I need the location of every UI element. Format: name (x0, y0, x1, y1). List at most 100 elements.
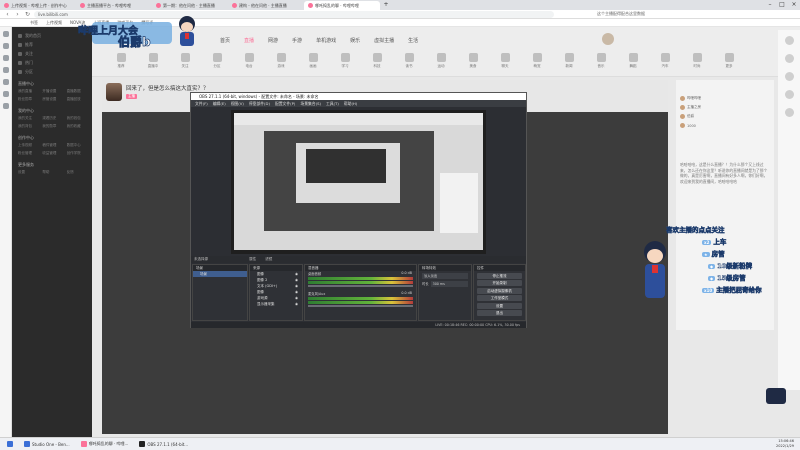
browser-tab[interactable]: 建构 - 他在问他 · 主播直播 (228, 1, 304, 10)
tool-icon[interactable] (784, 54, 794, 63)
sidebar-link[interactable]: 稿件管理 (42, 143, 64, 149)
sidebar-link[interactable]: 粉丝管理 (18, 151, 40, 157)
category-item[interactable]: 关注 (174, 53, 196, 69)
sidebar-link[interactable]: 直播数据 (67, 89, 89, 95)
sidebar-item[interactable]: 分区 (15, 67, 89, 76)
forward-icon[interactable]: › (14, 11, 21, 18)
sidebar-link[interactable]: 开播设置 (42, 89, 64, 95)
nav-link[interactable]: 单机游戏 (316, 37, 336, 44)
streamer-avatar[interactable] (106, 83, 122, 101)
filters-button[interactable]: 滤镜 (265, 257, 272, 261)
chat-user-row[interactable]: 主播之房 (676, 103, 774, 112)
category-item[interactable]: 推荐 (110, 53, 132, 69)
sidebar-mail-icon[interactable] (2, 79, 9, 85)
scene-item[interactable]: 场景 (193, 271, 247, 277)
obs-menu-item[interactable]: 场景集合(S) (300, 100, 321, 107)
obs-preview[interactable] (231, 110, 486, 254)
sidebar-link[interactable]: 我的直播 (18, 89, 40, 95)
sidebar-link[interactable]: 帮助 (42, 170, 64, 176)
start-recording-button[interactable]: 开始录制 (477, 280, 522, 286)
sidebar-link[interactable]: 我的钱包 (67, 116, 89, 122)
sidebar-chat-icon[interactable] (2, 91, 9, 97)
properties-button[interactable]: 属性 (249, 257, 256, 261)
obs-menu-item[interactable]: 工具(T) (326, 100, 339, 107)
duration-input[interactable]: 300 ms (430, 281, 468, 287)
sidebar-link[interactable]: 设置 (18, 170, 40, 176)
search-hint[interactable]: 这个主播配得配合这里数据 (597, 11, 645, 17)
category-item[interactable]: 音乐 (590, 53, 612, 69)
virtual-camera-button[interactable]: 启动虚拟摄像机 (477, 287, 522, 294)
eye-icon[interactable]: ◉ (295, 301, 298, 307)
maximize-button[interactable]: □ (776, 0, 788, 10)
sidebar-link[interactable]: 创作学院 (67, 151, 89, 157)
start-button[interactable] (3, 439, 17, 449)
sidebar-link[interactable]: 反馈 (67, 170, 89, 176)
chat-user-row[interactable]: 伯爵 (676, 112, 774, 121)
category-item[interactable]: 游戏 (270, 53, 292, 69)
category-item[interactable]: 运动 (430, 53, 452, 69)
sidebar-download-icon[interactable] (2, 67, 9, 73)
category-item[interactable]: 汽车 (654, 53, 676, 69)
sidebar-link[interactable]: 房管设置 (42, 97, 64, 103)
sidebar-link[interactable]: 上传视频 (18, 143, 40, 149)
settings-button[interactable]: 设置 (477, 302, 522, 309)
category-item[interactable]: 分区 (206, 53, 228, 69)
refresh-icon[interactable]: ↻ (24, 11, 31, 18)
obs-menu-item[interactable]: 帮助(H) (344, 100, 357, 107)
tool-icon[interactable] (784, 90, 794, 99)
nav-link[interactable]: 直播 (244, 37, 254, 44)
minimize-button[interactable]: – (764, 0, 776, 10)
sidebar-app-icon[interactable] (2, 103, 9, 109)
category-item[interactable]: 学习 (334, 53, 356, 69)
volume-slider[interactable] (308, 305, 413, 307)
sidebar-link[interactable]: 粉丝勋章 (18, 97, 40, 103)
category-item[interactable]: 更多 (718, 53, 740, 69)
tool-icon[interactable] (784, 72, 794, 81)
browser-tab[interactable]: 第一期：他在问他 · 主播直播 (152, 1, 228, 10)
nav-link[interactable]: 首页 (220, 37, 230, 44)
sidebar-link[interactable]: 我的勋章 (42, 124, 64, 130)
transition-select[interactable]: 淡入淡出 (422, 273, 468, 279)
user-avatar[interactable] (602, 33, 614, 45)
sidebar-item[interactable]: 关注 (15, 49, 89, 58)
category-item[interactable]: 萌宠 (526, 53, 548, 69)
obs-menu-item[interactable]: 停靠部件(D) (249, 100, 270, 107)
studio-mode-button[interactable]: 工作室模式 (477, 295, 522, 301)
nav-link[interactable]: 手游 (292, 37, 302, 44)
stop-streaming-button[interactable]: 停止推流 (477, 272, 522, 279)
sidebar-history-icon[interactable] (2, 55, 9, 61)
nav-link[interactable]: 网游 (268, 37, 278, 44)
sidebar-bookmark-icon[interactable] (2, 43, 9, 49)
chat-user-row[interactable]: 1000 (676, 121, 774, 130)
browser-tab[interactable]: 上传视频 - 哔哩上传 · 创作中心 (0, 1, 76, 10)
sidebar-home-icon[interactable] (2, 31, 9, 37)
url-field[interactable]: live.bilibili.com (34, 10, 554, 18)
category-item[interactable]: 聊天 (494, 53, 516, 69)
obs-menu-item[interactable]: 编辑(E) (213, 100, 226, 107)
browser-tab[interactable]: 主播直播平台 - 哔哩哔哩 (76, 1, 152, 10)
new-tab-button[interactable]: + (380, 0, 392, 10)
nav-link[interactable]: 生活 (408, 37, 418, 44)
volume-slider[interactable] (308, 285, 413, 287)
exit-button[interactable]: 退出 (477, 310, 522, 316)
taskbar-item[interactable]: OBS 27.1.1 (64-bit... (135, 439, 192, 449)
source-item[interactable]: 显示器采集 ◉ (250, 301, 302, 307)
back-icon[interactable]: ‹ (4, 11, 11, 18)
category-item[interactable]: 直播中 (142, 53, 164, 69)
browser-tab-active[interactable]: 哪吒捣乱的聊 · 哔哩哔哩 (304, 1, 380, 10)
sidebar-link[interactable]: 观看历史 (42, 116, 64, 122)
category-item[interactable]: 科技 (366, 53, 388, 69)
chat-user-row[interactable]: 哔哩哔哩 (676, 94, 774, 103)
bookmark-item[interactable]: 书签 (30, 20, 38, 26)
tool-icon[interactable] (784, 36, 794, 45)
nav-link[interactable]: 虚拟主播 (374, 37, 394, 44)
obs-menu-item[interactable]: 配置文件(P) (275, 100, 295, 107)
category-item[interactable]: 美食 (462, 53, 484, 69)
taskbar-item[interactable]: 哪吒捣乱的聊 · 哔哩... (77, 439, 133, 449)
sidebar-link[interactable]: 我的背包 (18, 124, 40, 130)
sidebar-link[interactable]: 直播回放 (67, 97, 89, 103)
sidebar-item[interactable]: 热门 (15, 58, 89, 67)
category-item[interactable]: 电台 (238, 53, 260, 69)
taskbar-item[interactable]: Studio One - Ben... (20, 439, 74, 449)
close-window-button[interactable]: × (788, 0, 800, 10)
